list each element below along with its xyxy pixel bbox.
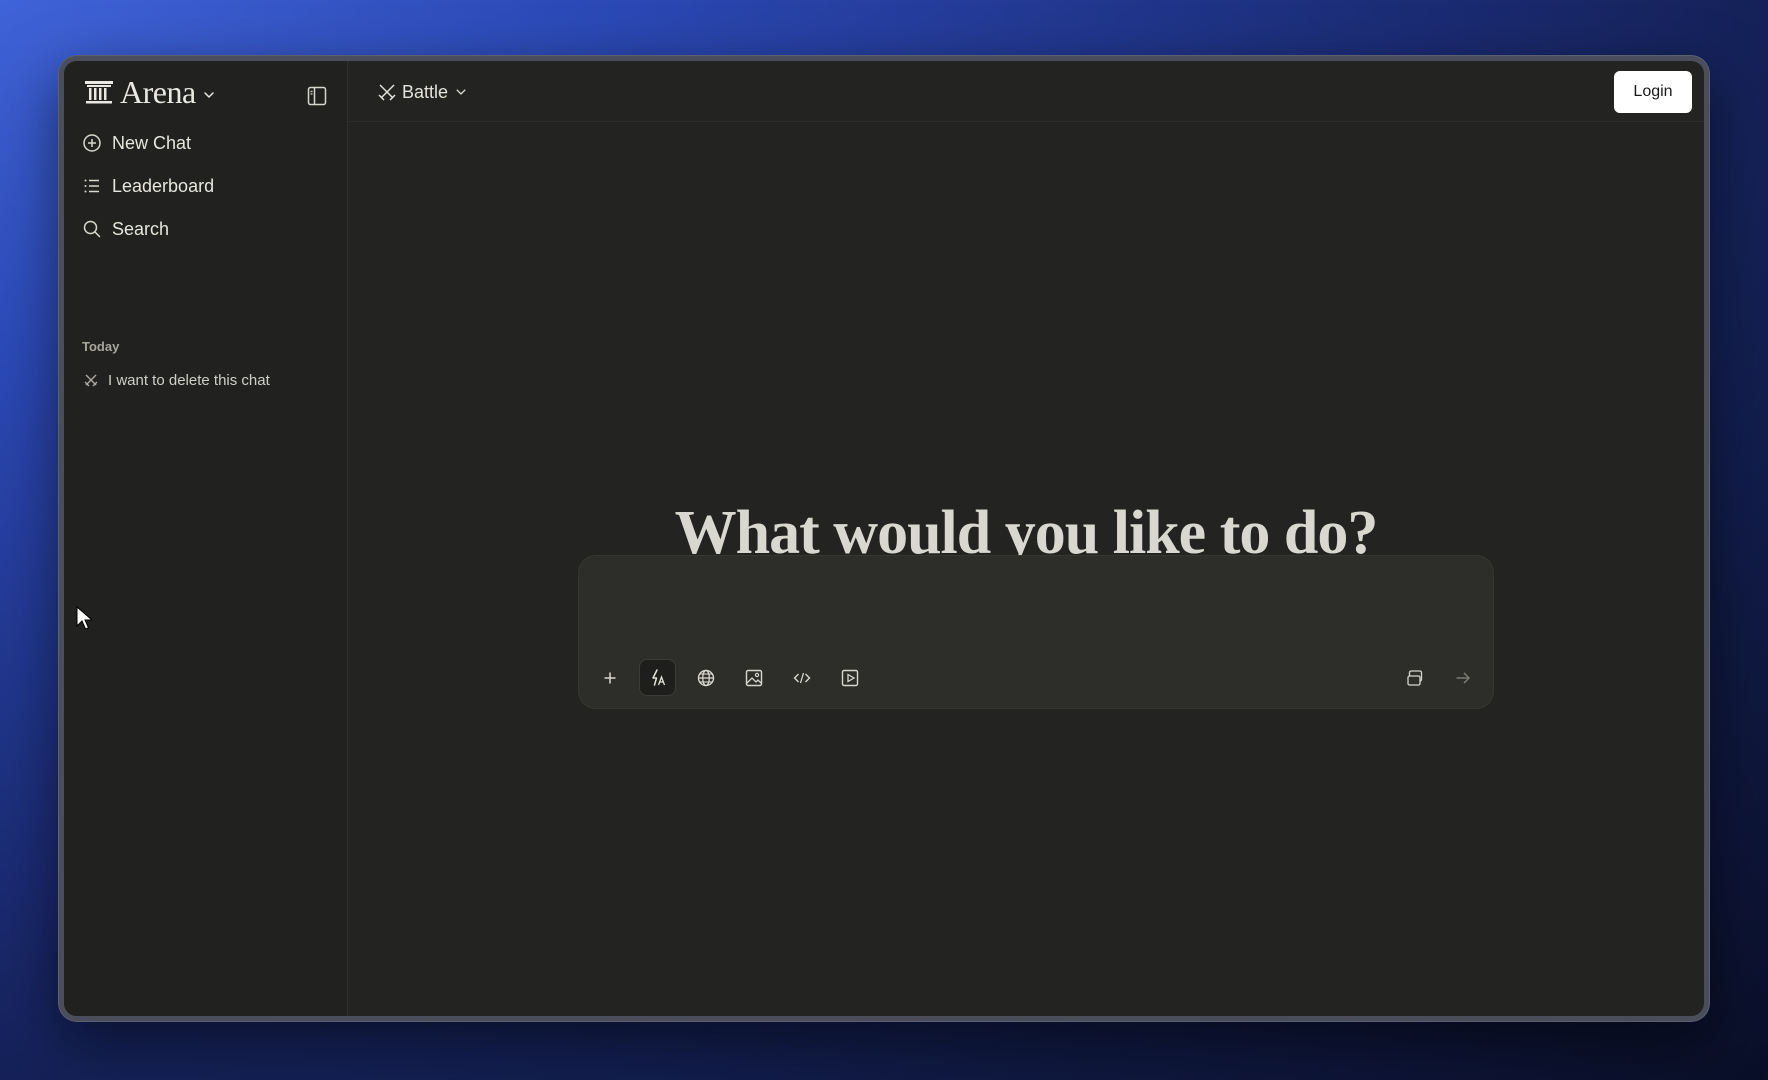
- brand-name: Arena: [120, 74, 196, 110]
- chevron-down-icon: [456, 89, 466, 95]
- sidebar-item-label: Leaderboard: [112, 175, 215, 196]
- plus-icon: [604, 672, 615, 683]
- sidebar-item-label: New Chat: [112, 132, 192, 153]
- arena-logo-icon: [85, 81, 113, 104]
- globe-icon: [697, 669, 714, 686]
- history-section-label: Today: [82, 339, 120, 354]
- sidebar-item-new-chat[interactable]: New Chat: [76, 123, 334, 163]
- app-window: Arena New Chat Leaderboard Search Today …: [59, 56, 1709, 1021]
- code-icon: [793, 672, 810, 683]
- history-item-label: I want to delete this chat: [108, 371, 270, 389]
- topbar: Battle Login: [348, 61, 1704, 122]
- code-button[interactable]: [783, 659, 820, 696]
- composer-actions: [1396, 659, 1481, 696]
- attach-button[interactable]: [591, 659, 628, 696]
- chevron-down-icon: [203, 92, 214, 99]
- sidebar: Arena New Chat Leaderboard Search Today …: [64, 61, 348, 1016]
- auto-mode-button[interactable]: [639, 659, 676, 696]
- collapse-sidebar-button[interactable]: [302, 81, 332, 111]
- sidebar-toggle-icon: [307, 86, 327, 106]
- sidebar-item-search[interactable]: Search: [76, 209, 334, 249]
- login-button[interactable]: Login: [1614, 71, 1692, 113]
- swords-icon: [378, 84, 396, 101]
- sidebar-item-leaderboard[interactable]: Leaderboard: [76, 166, 334, 206]
- video-play-icon: [841, 669, 858, 686]
- mode-select[interactable]: Battle: [378, 77, 468, 107]
- image-icon: [745, 669, 762, 686]
- composer-tools: [591, 659, 868, 696]
- prompt-input[interactable]: [597, 572, 1471, 636]
- send-button[interactable]: [1444, 659, 1481, 696]
- swords-icon: [84, 374, 98, 387]
- web-search-button[interactable]: [687, 659, 724, 696]
- model-select-button[interactable]: [1396, 659, 1433, 696]
- sidebar-item-label: Search: [112, 218, 170, 239]
- plus-circle-icon: [83, 134, 101, 152]
- arrow-right-icon: [1456, 671, 1470, 684]
- cards-icon: [1406, 669, 1422, 686]
- history-item[interactable]: I want to delete this chat: [76, 363, 334, 397]
- image-button[interactable]: [735, 659, 772, 696]
- sparkle-auto-icon: [651, 668, 665, 686]
- brand-menu[interactable]: Arena: [84, 75, 216, 109]
- sidebar-nav: New Chat Leaderboard Search: [76, 123, 334, 252]
- mode-label: Battle: [402, 81, 449, 102]
- prompt-composer: [578, 555, 1494, 709]
- list-icon: [84, 179, 99, 193]
- video-button[interactable]: [831, 659, 868, 696]
- mouse-pointer-icon: [76, 606, 94, 630]
- search-icon: [83, 220, 101, 238]
